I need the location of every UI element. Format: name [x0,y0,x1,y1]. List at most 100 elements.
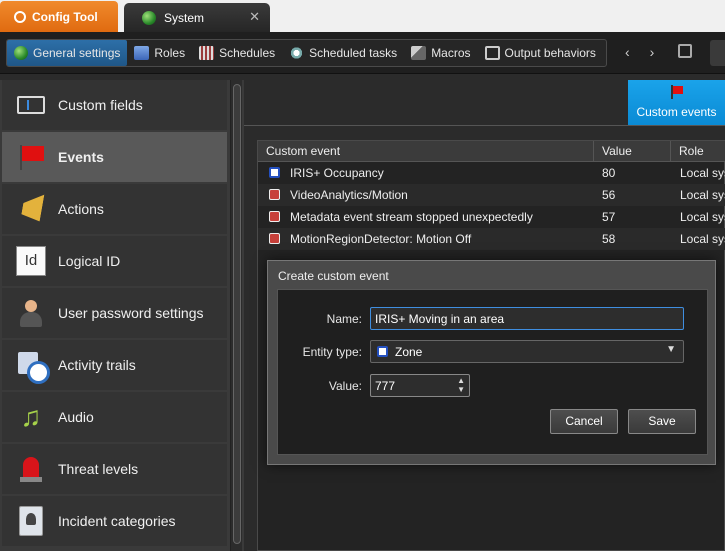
row-role: Local sys [680,188,725,202]
threat-siren-icon [16,454,46,484]
roles-icon [134,46,150,60]
chevron-right-icon[interactable]: › [650,44,655,60]
row-role: Local sys [680,166,725,180]
globe-icon [14,46,28,60]
row-value: 56 [602,188,616,202]
tab-custom-events-label: Custom events [636,105,717,119]
activity-trails-icon [16,350,50,384]
sidebar-item-user-password-settings[interactable]: User password settings [2,288,227,338]
toolbar-item-label: Scheduled tasks [309,46,398,60]
entity-type-select[interactable]: Zone ▼ [370,340,684,363]
name-label: Name: [326,312,362,326]
sidebar-item-events[interactable]: Events [2,132,227,182]
sidebar-item-label: Incident categories [58,513,176,529]
video-icon [269,233,280,244]
table-row[interactable]: Metadata event stream stopped unexpected… [258,206,725,228]
scheduled-tasks-icon [289,46,305,60]
sidebar-item-logical-id[interactable]: Id Logical ID [2,236,227,286]
video-icon [269,189,280,200]
toolbar-item-label: Roles [154,46,186,60]
row-role: Local sys [680,210,725,224]
actions-megaphone-icon [16,194,46,224]
value-label: Value: [328,379,362,393]
sidebar-scrollbar[interactable] [230,80,242,551]
output-behaviors-icon [484,46,500,60]
macros-icon [411,46,427,60]
sidebar-item-label: Actions [58,201,104,217]
toolbar-macros[interactable]: Macros [404,40,477,66]
value-text: 777 [375,379,396,393]
sidebar-item-audio[interactable]: ♫ Audio [2,392,227,442]
zone-icon [377,346,388,357]
toolbar-general-settings[interactable]: General settings [7,40,128,66]
sidebar-item-label: Activity trails [58,357,136,373]
chevron-left-icon[interactable]: ‹ [625,44,630,60]
user-icon [16,298,46,328]
save-button[interactable]: Save [628,409,696,434]
entity-type-value: Zone [395,345,423,359]
schedules-icon [199,46,215,60]
toolbar: General settings Roles Schedules Schedul… [0,32,725,74]
zone-icon [269,167,280,178]
sidebar-item-label: Audio [58,409,94,425]
toolbar-nav: ‹ › [625,44,654,60]
row-event: IRIS+ Occupancy [290,166,384,180]
sidebar-item-custom-fields[interactable]: Custom fields [2,80,227,130]
globe-icon [142,10,156,25]
flag-icon [671,85,683,99]
table-row[interactable]: VideoAnalytics/Motion 56 Local sys [258,184,725,206]
toolbar-item-label: General settings [33,46,121,60]
row-value: 58 [602,232,616,246]
entity-type-label: Entity type: [302,345,362,359]
sidebar-item-label: Threat levels [58,461,139,477]
cancel-button[interactable]: Cancel [550,409,618,434]
title-tab-bar: Config Tool System ✕ [0,0,725,32]
events-flag-icon [16,142,46,172]
divider [244,125,725,126]
table-header: Custom event Value Role [258,141,725,162]
tab-custom-events[interactable]: Custom events [628,80,725,126]
column-custom-event[interactable]: Custom event [266,144,340,158]
row-event: MotionRegionDetector: Motion Off [290,232,472,246]
audio-note-icon: ♫ [20,401,42,432]
sidebar-item-incident-categories[interactable]: Incident categories [2,496,227,546]
toolbar-item-label: Schedules [219,46,276,60]
logical-id-icon: Id [16,246,46,276]
dialog-title: Create custom event [278,269,389,283]
sidebar-item-activity-trails[interactable]: Activity trails [2,340,227,390]
name-input[interactable] [370,307,684,330]
table-row[interactable]: MotionRegionDetector: Motion Off 58 Loca… [258,228,725,250]
network-icon[interactable] [678,44,692,58]
tab-system-label: System [164,10,205,25]
sidebar-item-threat-levels[interactable]: Threat levels [2,444,227,494]
sidebar-scrollbar-thumb[interactable] [233,84,241,544]
toolbar-scheduled-tasks[interactable]: Scheduled tasks [282,40,404,66]
value-stepper[interactable]: 777 ▲ ▼ [370,374,470,397]
column-value[interactable]: Value [602,144,632,158]
toolbar-overflow-button[interactable] [710,40,725,66]
column-divider [670,141,671,162]
sidebar-item-actions[interactable]: Actions [2,184,227,234]
toolbar-schedules[interactable]: Schedules [192,40,282,66]
toolbar-item-label: Macros [431,46,471,60]
tab-config-tool[interactable]: Config Tool [0,1,118,32]
toolbar-output-behaviors[interactable]: Output behaviors [478,40,603,66]
row-event: Metadata event stream stopped unexpected… [290,210,533,224]
column-role[interactable]: Role [679,144,704,158]
sidebar-item-label: Events [58,149,104,165]
chevron-down-icon: ▼ [666,344,676,355]
config-tool-logo-icon [14,10,26,23]
toolbar-roles[interactable]: Roles [127,40,192,66]
sidebar-item-label: Custom fields [58,97,143,113]
custom-fields-icon [17,96,45,114]
dialog-body: Name: Entity type: Zone ▼ Value: 777 ▲▼ … [277,289,708,455]
toolbar-tasks: General settings Roles Schedules Schedul… [6,39,607,67]
table-row[interactable]: IRIS+ Occupancy 80 Local sys [258,162,725,184]
spinner-arrows-icon[interactable]: ▲ ▼ [457,376,465,394]
video-icon [269,211,280,222]
close-icon[interactable]: ✕ [249,9,260,25]
row-value: 80 [602,166,616,180]
tab-config-tool-label: Config Tool [32,9,98,24]
tab-system[interactable]: System ✕ [124,3,270,32]
create-custom-event-dialog: Create custom event Name: Entity type: Z… [267,260,716,465]
